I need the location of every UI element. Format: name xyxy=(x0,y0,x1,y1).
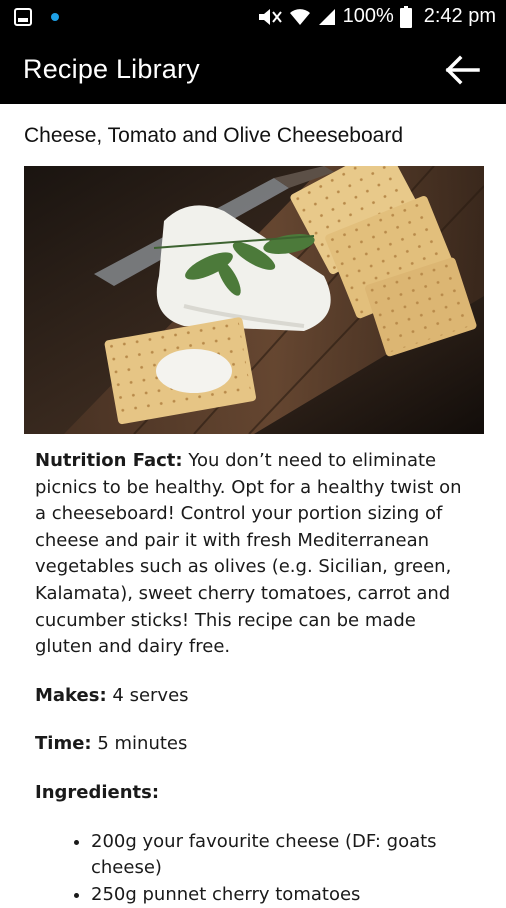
list-item: 250g punnet cherry tomatoes xyxy=(91,882,475,908)
nutrition-fact-text: You don’t need to eliminate picnics to b… xyxy=(35,450,462,658)
makes-value: 4 serves xyxy=(106,684,189,706)
ingredients-heading: Ingredients: xyxy=(35,780,475,807)
page-title: Recipe Library xyxy=(23,54,200,84)
makes-label: Makes: xyxy=(35,684,107,706)
list-item: 200g your favourite cheese (DF: goats ch… xyxy=(91,829,475,882)
recipe-photo xyxy=(24,166,484,434)
battery-percent: 100% xyxy=(342,5,394,27)
nutrition-fact: Nutrition Fact: You don’t need to elimin… xyxy=(35,448,475,661)
time-value: 5 minutes xyxy=(91,733,188,755)
back-button[interactable] xyxy=(444,54,480,86)
battery-icon xyxy=(399,5,412,28)
wifi-icon xyxy=(289,8,310,25)
mute-icon xyxy=(258,8,282,25)
status-bar: 100% 2:42 pm xyxy=(0,0,506,36)
gallery-notification-icon xyxy=(14,8,32,26)
recipe-content: Nutrition Fact: You don’t need to elimin… xyxy=(35,448,475,908)
ingredients-label: Ingredients: xyxy=(35,781,160,803)
signal-icon xyxy=(318,8,335,25)
dot-notification-icon xyxy=(51,13,59,21)
ingredients-list: 200g your favourite cheese (DF: goats ch… xyxy=(35,829,475,908)
time-line: Time: 5 minutes xyxy=(35,731,475,758)
status-notifications xyxy=(14,8,60,26)
app-bar: Recipe Library xyxy=(0,36,506,104)
status-indicators: 100% 2:42 pm xyxy=(257,5,496,28)
recipe-image xyxy=(24,166,484,434)
clock: 2:42 pm xyxy=(423,5,496,27)
nutrition-fact-label: Nutrition Fact: xyxy=(35,450,183,471)
arrow-left-icon xyxy=(445,55,480,85)
time-label: Time: xyxy=(35,733,92,755)
recipe-title: Cheese, Tomato and Olive Cheeseboard xyxy=(24,124,404,147)
makes-line: Makes: 4 serves xyxy=(35,683,475,710)
